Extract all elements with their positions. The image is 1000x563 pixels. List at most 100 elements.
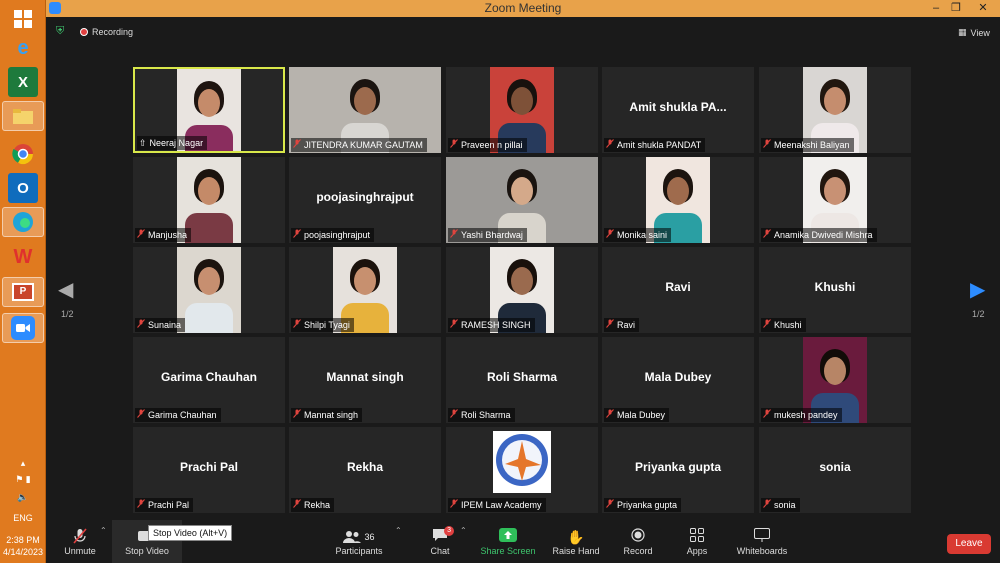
participant-tile[interactable]: Garima Chauhan Garima Chauhan [133, 337, 285, 423]
zoom-app-icon[interactable] [2, 313, 44, 343]
tray-flag-icon[interactable]: ⚑ ▮ [0, 474, 46, 485]
powerpoint-icon[interactable]: P [2, 277, 44, 307]
whiteboard-icon [754, 527, 770, 546]
participant-name-label: Priyanka gupta [604, 498, 682, 512]
whiteboards-button[interactable]: Whiteboards [734, 520, 790, 563]
tray-volume-icon[interactable]: 🔈 [0, 492, 46, 503]
participant-tile[interactable]: Roli Sharma Roli Sharma [446, 337, 598, 423]
mic-muted-icon [606, 498, 614, 512]
next-page-arrow-icon[interactable]: ▶ [970, 277, 985, 302]
chat-bubble-icon: 3 [432, 525, 454, 546]
prev-page-arrow-icon[interactable]: ◀ [58, 277, 73, 302]
participant-name-label: Garima Chauhan [135, 408, 221, 422]
participant-tile[interactable]: Anamika Dwivedi Mishra [759, 157, 911, 243]
participant-tile[interactable]: Rekha Rekha [289, 427, 441, 513]
share-screen-button[interactable]: Share Screen [480, 520, 536, 563]
close-button[interactable]: ✕ [968, 0, 998, 17]
participant-tile[interactable]: Shilpi Tyagi [289, 247, 441, 333]
participant-tile[interactable]: ⇧ Neeraj Nagar [133, 67, 285, 153]
participant-tile[interactable]: Sunaina [133, 247, 285, 333]
participant-tile[interactable]: Meenakshi Baliyan [759, 67, 911, 153]
minimize-button[interactable]: – [926, 0, 946, 17]
participant-tile[interactable]: Khushi Khushi [759, 247, 911, 333]
participant-display-name: Mannat singh [326, 370, 404, 384]
participant-tile[interactable]: Monika saini [602, 157, 754, 243]
leave-button[interactable]: Leave [947, 534, 991, 554]
office-icon[interactable]: W [8, 242, 38, 272]
tray-arrow-icon[interactable]: ▴ [0, 458, 46, 469]
mic-muted-icon [450, 408, 458, 422]
participant-name-label: Shilpi Tyagi [291, 318, 354, 332]
participant-tile[interactable]: JITENDRA KUMAR GAUTAM [289, 67, 441, 153]
participant-name: Amit shukla PANDAT [617, 140, 702, 150]
excel-icon[interactable]: X [8, 67, 38, 97]
share-screen-label: Share Screen [480, 545, 536, 556]
unmute-button[interactable]: Unmute [58, 520, 102, 563]
chat-label: Chat [430, 545, 450, 556]
apps-button[interactable]: Apps [682, 520, 712, 563]
participant-tile[interactable]: Mala Dubey Mala Dubey [602, 337, 754, 423]
participant-tile[interactable]: Prachi Pal Prachi Pal [133, 427, 285, 513]
mic-muted-icon [293, 228, 301, 242]
mic-muted-icon [606, 318, 614, 332]
participant-tile[interactable]: sonia sonia [759, 427, 911, 513]
participant-tile[interactable]: poojasinghrajput poojasinghrajput [289, 157, 441, 243]
participant-tile[interactable]: Manjusha [133, 157, 285, 243]
participant-display-name: Priyanka gupta [634, 460, 722, 474]
view-button[interactable]: ▦ View [958, 27, 990, 38]
participant-name-label: Monika saini [604, 228, 672, 242]
outlook-icon[interactable]: O [8, 173, 38, 203]
participant-tile[interactable]: Mannat singh Mannat singh [289, 337, 441, 423]
participant-name-label: Sunaina [135, 318, 186, 332]
mic-muted-icon [606, 228, 614, 242]
shield-icon: ⛨ [56, 25, 65, 37]
participant-display-name: Garima Chauhan [160, 370, 258, 384]
recording-indicator[interactable]: Recording [80, 27, 133, 37]
participant-tile[interactable]: Amit shukla PA... Amit shukla PANDAT [602, 67, 754, 153]
internet-explorer-icon[interactable]: e [8, 33, 38, 63]
chrome-icon[interactable] [8, 139, 38, 169]
mic-muted-icon [763, 498, 771, 512]
chat-button[interactable]: 3 Chat [424, 520, 456, 563]
participant-name: Garima Chauhan [148, 410, 217, 420]
participant-name: RAMESH SINGH [461, 320, 531, 330]
raise-hand-button[interactable]: ✋ Raise Hand [550, 520, 602, 563]
mic-muted-icon [293, 408, 301, 422]
participant-name-label: Anamika Dwivedi Mishra [761, 228, 877, 242]
participant-name-label: Mannat singh [291, 408, 363, 422]
participant-tile[interactable]: Ravi Ravi [602, 247, 754, 333]
participant-tile[interactable]: IPEM Law Academy [446, 427, 598, 513]
record-button[interactable]: Record [618, 520, 658, 563]
stop-video-label: Stop Video [125, 545, 169, 556]
apps-label: Apps [686, 545, 708, 556]
participant-display-name: Ravi [665, 280, 691, 294]
tray-time[interactable]: 2:38 PM [0, 535, 46, 545]
chat-caret-icon[interactable]: ⌃ [460, 526, 467, 535]
view-label: View [970, 27, 990, 38]
audio-options-caret-icon[interactable]: ⌃ [100, 526, 107, 535]
participant-name: poojasinghrajput [304, 230, 371, 240]
file-explorer-icon[interactable] [2, 101, 44, 131]
tray-date[interactable]: 4/14/2023 [0, 547, 46, 557]
participant-tile[interactable]: Yashi Bhardwaj [446, 157, 598, 243]
participant-tile[interactable]: Praveen n pillai [446, 67, 598, 153]
participants-button[interactable]: 36 Participants [334, 520, 384, 563]
participant-tile[interactable]: Priyanka gupta Priyanka gupta [602, 427, 754, 513]
participant-name-label: sonia [761, 498, 800, 512]
mic-muted-icon [72, 527, 88, 546]
participant-tile[interactable]: mukesh pandey [759, 337, 911, 423]
tray-language[interactable]: ENG [0, 513, 46, 523]
participants-caret-icon[interactable]: ⌃ [395, 526, 402, 535]
windows-taskbar: e X O W P ▴ ⚑ ▮ 🔈 ENG 2:38 PM 4/14/2023 [0, 0, 46, 563]
participant-name: Praveen n pillai [461, 140, 523, 150]
restore-button[interactable]: ❐ [946, 0, 966, 17]
participant-name-label: Praveen n pillai [448, 138, 527, 152]
security-indicator[interactable]: ⛨ [56, 25, 64, 38]
participant-name: Rekha [304, 500, 331, 510]
windows-start-icon[interactable] [8, 4, 38, 34]
participant-tile[interactable]: RAMESH SINGH [446, 247, 598, 333]
participant-name: Roli Sharma [461, 410, 511, 420]
edge-icon[interactable] [2, 207, 44, 237]
mic-muted-icon [293, 138, 301, 152]
mic-muted-icon [137, 318, 145, 332]
